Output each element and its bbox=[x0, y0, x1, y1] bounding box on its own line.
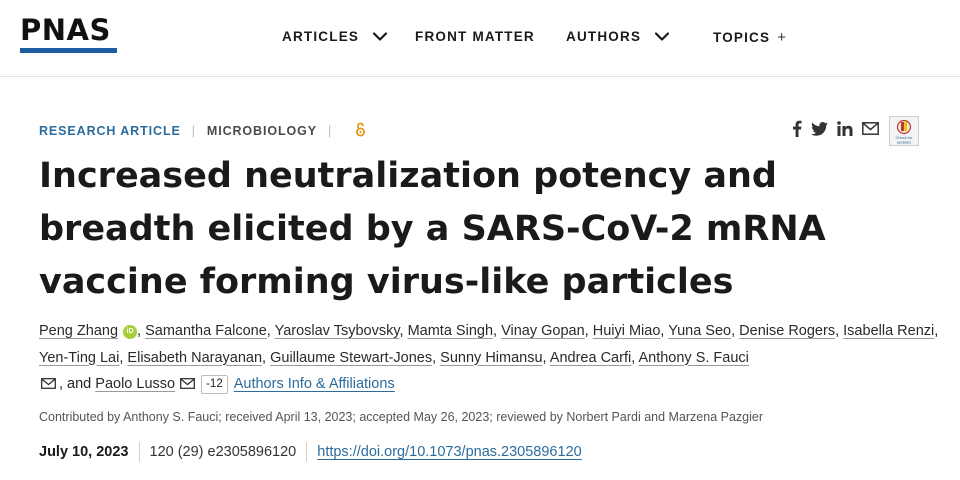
author-link[interactable]: Denise Rogers bbox=[739, 323, 835, 339]
email-icon[interactable] bbox=[862, 122, 879, 140]
author-link[interactable]: Huiyi Miao bbox=[593, 323, 661, 339]
email-icon[interactable] bbox=[41, 372, 56, 399]
nav-articles-label: ARTICLES bbox=[282, 29, 360, 44]
divider bbox=[306, 442, 308, 462]
meta-separator: | bbox=[191, 124, 196, 138]
divider bbox=[138, 442, 140, 462]
crossmark-icon[interactable]: Check for updates bbox=[889, 116, 919, 146]
author-link[interactable]: Mamta Singh bbox=[408, 323, 493, 339]
author-link[interactable]: Vinay Gopan bbox=[501, 323, 585, 339]
share-toolbar: Check for updates bbox=[792, 116, 919, 146]
nav-articles[interactable]: ARTICLES bbox=[282, 29, 388, 44]
author-link[interactable]: Yen-Ting Lai bbox=[39, 350, 119, 366]
orcid-icon[interactable]: iD bbox=[123, 325, 138, 339]
doi-link[interactable]: https://doi.org/10.1073/pnas.2305896120 bbox=[317, 444, 581, 460]
citation: 120 (29) e2305896120 bbox=[149, 444, 297, 460]
nav-topics[interactable]: TOPICS + bbox=[713, 29, 787, 46]
chevron-down-icon bbox=[655, 29, 670, 44]
author-list: Peng Zhang iD, Samantha Falcone, Yaroslav… bbox=[39, 318, 939, 399]
author-link[interactable]: Elisabeth Narayanan bbox=[127, 350, 262, 366]
nav-authors-label: AUTHORS bbox=[566, 29, 642, 44]
authors-info-link[interactable]: Authors Info & Affiliations bbox=[234, 376, 395, 392]
author-link[interactable]: Paolo Lusso bbox=[95, 376, 175, 392]
meta-separator: | bbox=[328, 124, 333, 138]
nav-front-matter-label: FRONT MATTER bbox=[415, 29, 535, 44]
author-link[interactable]: Andrea Carfi bbox=[550, 350, 631, 366]
chevron-down-icon bbox=[373, 29, 388, 44]
article-subject[interactable]: MICROBIOLOGY bbox=[207, 124, 317, 138]
facebook-icon[interactable] bbox=[792, 120, 802, 142]
author-link[interactable]: Sunny Himansu bbox=[440, 350, 542, 366]
author-conjunction: , and bbox=[59, 376, 92, 392]
author-link[interactable]: Peng Zhang bbox=[39, 323, 118, 339]
author-link[interactable]: Yaroslav Tsybovsky bbox=[275, 323, 400, 339]
twitter-icon[interactable] bbox=[811, 121, 828, 141]
nav-front-matter[interactable]: FRONT MATTER bbox=[415, 29, 535, 44]
author-link[interactable]: Guillaume Stewart-Jones bbox=[270, 350, 432, 366]
linkedin-icon[interactable] bbox=[837, 121, 853, 141]
crossmark-label-line: updates bbox=[897, 140, 911, 145]
top-navigation: PNAS ARTICLES FRONT MATTER AUTHORS TOPIC… bbox=[0, 0, 960, 77]
pnas-logo[interactable]: PNAS bbox=[20, 16, 111, 45]
publication-info: July 10, 2023 120 (29) e2305896120 https… bbox=[39, 442, 582, 462]
author-link[interactable]: Anthony S. Fauci bbox=[638, 350, 748, 366]
logo-underline bbox=[20, 48, 117, 53]
nav-topics-label: TOPICS bbox=[713, 30, 771, 45]
author-link[interactable]: Isabella Renzi bbox=[843, 323, 934, 339]
article-meta: RESEARCH ARTICLE | MICROBIOLOGY | bbox=[39, 122, 366, 140]
author-link[interactable]: Samantha Falcone bbox=[145, 323, 267, 339]
nav-authors[interactable]: AUTHORS bbox=[566, 29, 670, 44]
contribution-note: Contributed by Anthony S. Fauci; receive… bbox=[39, 410, 764, 424]
open-access-icon bbox=[355, 122, 366, 140]
author-link[interactable]: Yuna Seo bbox=[668, 323, 731, 339]
article-title: Increased neutralization potency and bre… bbox=[39, 156, 826, 302]
article-type[interactable]: RESEARCH ARTICLE bbox=[39, 124, 181, 138]
more-authors-badge[interactable]: -12 bbox=[201, 375, 228, 394]
publication-date: July 10, 2023 bbox=[39, 444, 129, 460]
email-icon[interactable] bbox=[180, 372, 196, 399]
plus-icon: + bbox=[777, 29, 788, 46]
